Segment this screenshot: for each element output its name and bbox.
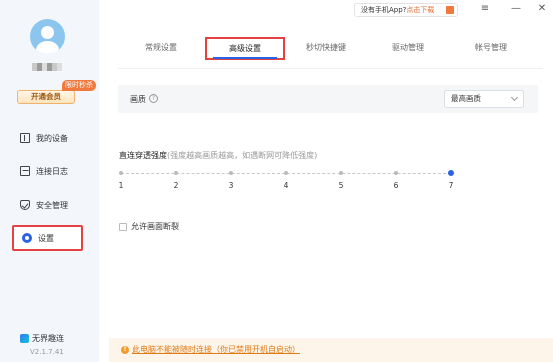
brand-logo-icon <box>20 334 29 343</box>
slider-stop[interactable] <box>119 171 123 175</box>
slider-tick-label: 4 <box>283 181 289 190</box>
menu-icon[interactable]: ≡ <box>478 2 492 16</box>
allow-frame-break-option[interactable]: 允许画面断裂 <box>119 221 179 232</box>
slider-tick-label: 1 <box>118 181 124 190</box>
vip-button[interactable]: 开通会员 <box>17 90 75 104</box>
sidebar-item-settings[interactable]: 设置 <box>12 225 83 251</box>
download-icon <box>446 6 454 14</box>
avatar[interactable] <box>30 19 65 54</box>
allow-frame-break-checkbox[interactable] <box>119 222 127 231</box>
brand-name: 无界趣连 <box>32 334 64 343</box>
tabs-divider <box>118 68 543 69</box>
quality-setting-row: 画质 ? 最高画质 <box>118 85 538 113</box>
sidebar-item-security[interactable]: 安全管理 <box>12 194 84 216</box>
tab-switch-hotkey[interactable]: 秒切快捷键 <box>298 40 354 62</box>
promo-link[interactable]: 点击下载 <box>406 6 434 14</box>
log-icon <box>20 166 30 176</box>
sidebar-item-label: 设置 <box>38 233 54 243</box>
slider-stop[interactable] <box>229 171 233 175</box>
slider-tick-label: 2 <box>173 181 179 190</box>
slider-stop[interactable] <box>394 171 398 175</box>
promo-text: 没有手机App? <box>361 6 407 14</box>
tab-advanced-settings[interactable]: 高级设置 <box>205 37 285 60</box>
tab-driver-management[interactable]: 驱动管理 <box>384 40 432 62</box>
close-button[interactable]: ✕ <box>535 2 549 16</box>
avatar-head-shape <box>41 26 54 39</box>
slider-tick-label: 5 <box>338 181 344 190</box>
penetration-hint: (强度越高画质越高，如遇断网可降低强度) <box>167 151 318 160</box>
slider-tick-label: 7 <box>448 181 454 190</box>
device-icon <box>20 133 30 143</box>
slider-stop[interactable] <box>174 171 178 175</box>
penetration-title: 直连穿透强度 <box>119 151 167 160</box>
version-label: V2.1.7.41 <box>30 348 64 356</box>
warning-text-link[interactable]: 此电脑不能被随时连接（你已禁用开机自启动） <box>132 344 300 355</box>
minimize-button[interactable]: — <box>509 2 523 16</box>
username-pixelated <box>32 63 62 71</box>
sidebar-item-label: 我的设备 <box>36 133 68 143</box>
mobile-app-promo[interactable]: 没有手机App?点击下载 <box>354 3 458 17</box>
sidebar-item-devices[interactable]: 我的设备 <box>12 127 84 149</box>
sidebar: 开通会员 限时秒杀 我的设备 连接日志 安全管理 设置 无界趣连 V2.1.7.… <box>0 0 99 362</box>
quality-selected-value: 最高画质 <box>451 94 481 103</box>
flash-sale-badge: 限时秒杀 <box>62 80 96 91</box>
shield-icon <box>20 200 30 210</box>
warning-icon: ! <box>121 346 129 354</box>
slider-tick-label: 6 <box>393 181 399 190</box>
warning-bar: ! 此电脑不能被随时连接（你已禁用开机自启动） <box>109 338 553 362</box>
quality-select[interactable]: 最高画质 <box>444 90 524 108</box>
sidebar-item-label: 连接日志 <box>36 166 68 176</box>
allow-frame-break-label: 允许画面断裂 <box>131 222 179 231</box>
avatar-body-shape <box>36 41 59 54</box>
gear-icon <box>22 233 32 243</box>
tab-account-management[interactable]: 帐号管理 <box>467 40 515 62</box>
quality-label: 画质 <box>130 95 146 104</box>
slider-tick-label: 3 <box>228 181 234 190</box>
sidebar-item-label: 安全管理 <box>36 200 68 210</box>
slider-stop[interactable] <box>284 171 288 175</box>
sidebar-item-connection-log[interactable]: 连接日志 <box>12 160 84 182</box>
tab-general-settings[interactable]: 常规设置 <box>138 40 184 62</box>
chevron-down-icon <box>510 93 519 102</box>
slider-stop[interactable] <box>339 171 343 175</box>
brand: 无界趣连 <box>20 333 64 344</box>
help-icon[interactable]: ? <box>149 94 158 103</box>
penetration-strength-label: 直连穿透强度(强度越高画质越高，如遇断网可降低强度) <box>119 150 317 161</box>
slider-thumb[interactable] <box>448 170 454 176</box>
